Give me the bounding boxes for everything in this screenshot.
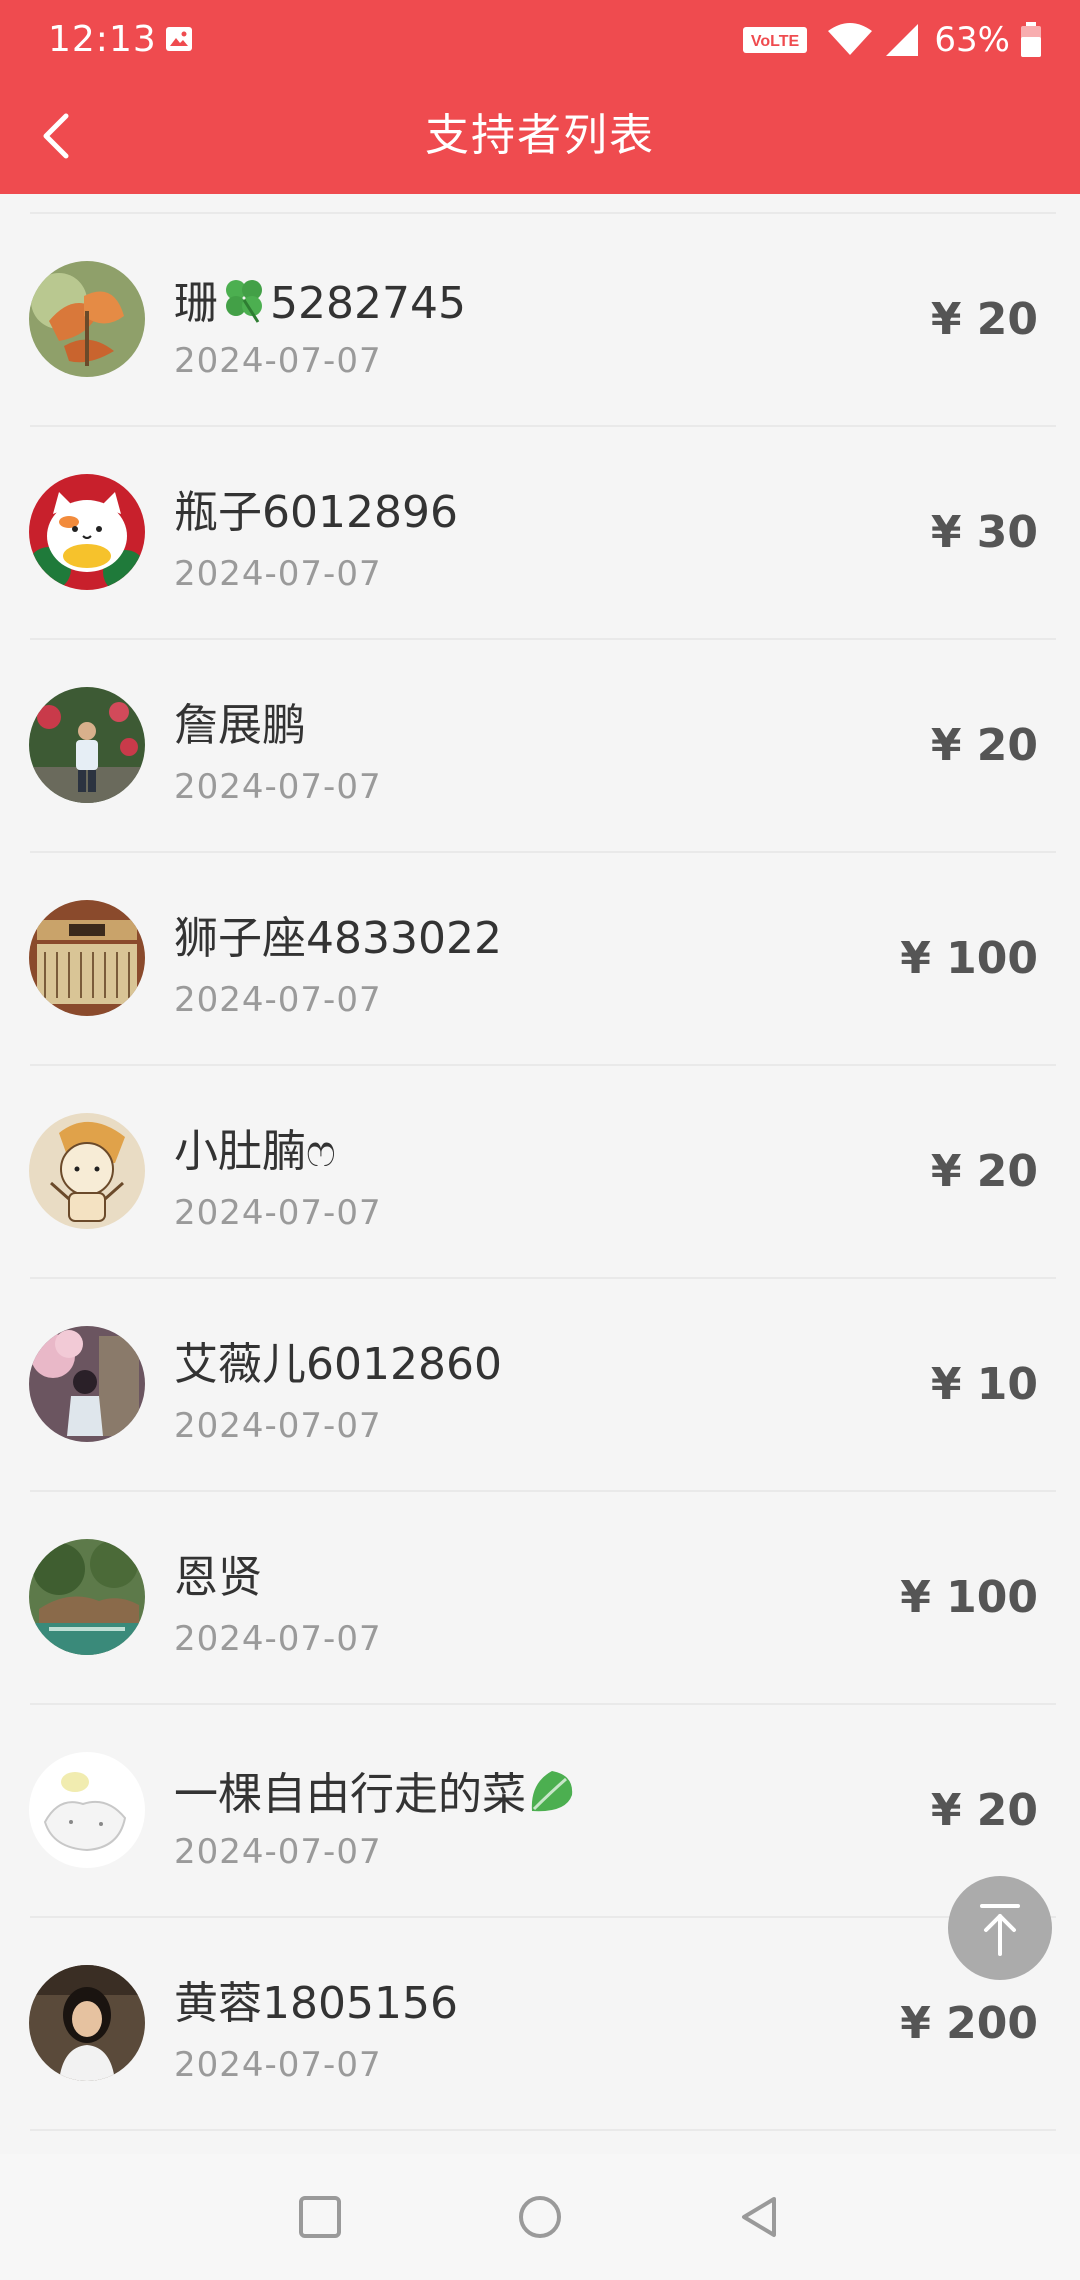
support-date: 2024-07-07 [174, 1193, 382, 1233]
status-time: 12:13 [48, 19, 157, 60]
status-icons: VoLTE 63% [742, 18, 1042, 62]
square-icon [299, 2196, 341, 2238]
supporter-name: 一棵自由行走的菜 [174, 1765, 578, 1821]
supporter-name: 小肚腩ෆ [174, 1126, 336, 1177]
avatar [29, 261, 145, 377]
image-notification-icon [166, 27, 192, 51]
wifi-icon [828, 23, 873, 55]
support-amount: ¥ 20 [930, 1146, 1038, 1197]
back-button[interactable] [730, 2187, 790, 2247]
support-amount: ¥ 20 [930, 294, 1038, 345]
list-item[interactable]: 詹展鹏 2024-07-07 ¥ 20 [0, 640, 1080, 853]
volte-icon: VoLTE [743, 27, 808, 53]
title-bar: 支持者列表 [0, 80, 1080, 194]
list-item[interactable]: 一棵自由行走的菜 2024-07-07 ¥ 20 [0, 1705, 1080, 1918]
avatar [29, 900, 145, 1016]
status-bar: 12:13 VoLTE 63% [0, 0, 1080, 80]
svg-text:VoLTE: VoLTE [751, 33, 800, 50]
four-leaf-clover-icon [226, 280, 262, 323]
supporter-name: 珊 5282745 [174, 274, 466, 330]
list-item[interactable]: 狮子座4833022 2024-07-07 ¥ 100 [0, 853, 1080, 1066]
arrow-up-to-top-icon [980, 1904, 1020, 1956]
list-item[interactable]: 艾薇儿6012860 2024-07-07 ¥ 10 [0, 1279, 1080, 1492]
circle-icon [519, 2196, 561, 2238]
support-amount: ¥ 20 [930, 1785, 1038, 1836]
supporter-name: 狮子座4833022 [174, 913, 502, 964]
supporter-list[interactable]: 珊 5282745 2024-07-07 ¥ 20 瓶子6012896 2024… [0, 194, 1080, 2154]
avatar [29, 1965, 145, 2081]
supporter-name: 艾薇儿6012860 [174, 1339, 502, 1390]
support-date: 2024-07-07 [174, 767, 382, 807]
supporter-name: 詹展鹏 [174, 700, 306, 751]
list-item[interactable]: 恩贤 2024-07-07 ¥ 100 [0, 1492, 1080, 1705]
screen: 12:13 VoLTE 63% 支持者列表 珊 5282745 2024-07-… [0, 0, 1080, 2280]
header: 12:13 VoLTE 63% 支持者列表 [0, 0, 1080, 194]
support-date: 2024-07-07 [174, 554, 382, 594]
support-amount: ¥ 100 [900, 933, 1038, 984]
battery-icon [1021, 22, 1041, 57]
triangle-back-icon [742, 2197, 776, 2237]
avatar [29, 1113, 145, 1229]
support-date: 2024-07-07 [174, 1406, 382, 1446]
support-amount: ¥ 100 [900, 1572, 1038, 1623]
support-date: 2024-07-07 [174, 1619, 382, 1659]
support-date: 2024-07-07 [174, 2045, 382, 2085]
supporter-name: 瓶子6012896 [174, 487, 458, 538]
page-title: 支持者列表 [425, 110, 655, 161]
recent-apps-button[interactable] [290, 2187, 350, 2247]
list-item[interactable]: 小肚腩ෆ 2024-07-07 ¥ 20 [0, 1066, 1080, 1279]
list-item[interactable]: 瓶子6012896 2024-07-07 ¥ 30 [0, 427, 1080, 640]
support-date: 2024-07-07 [174, 341, 382, 381]
support-amount: ¥ 200 [900, 1998, 1038, 2049]
avatar [29, 1326, 145, 1442]
avatar [29, 1539, 145, 1655]
home-button[interactable] [510, 2187, 570, 2247]
back-to-top-button[interactable] [948, 1876, 1052, 1980]
avatar [29, 474, 145, 590]
system-nav-bar [0, 2154, 1080, 2280]
supporter-name: 黄蓉1805156 [174, 1978, 458, 2029]
signal-icon [886, 24, 919, 56]
support-amount: ¥ 30 [930, 507, 1038, 558]
list-item[interactable]: 黄蓉1805156 2024-07-07 ¥ 200 [0, 1918, 1080, 2131]
avatar [29, 1752, 145, 1868]
divider [30, 2129, 1056, 2131]
supporter-name: 恩贤 [174, 1552, 262, 1603]
support-amount: ¥ 10 [930, 1359, 1038, 1410]
support-date: 2024-07-07 [174, 1832, 382, 1872]
leafy-green-icon [531, 1771, 573, 1812]
battery-percent: 63% [934, 20, 1010, 60]
list-item[interactable]: 珊 5282745 2024-07-07 ¥ 20 [0, 214, 1080, 427]
avatar [29, 687, 145, 803]
support-amount: ¥ 20 [930, 720, 1038, 771]
support-date: 2024-07-07 [174, 980, 382, 1020]
